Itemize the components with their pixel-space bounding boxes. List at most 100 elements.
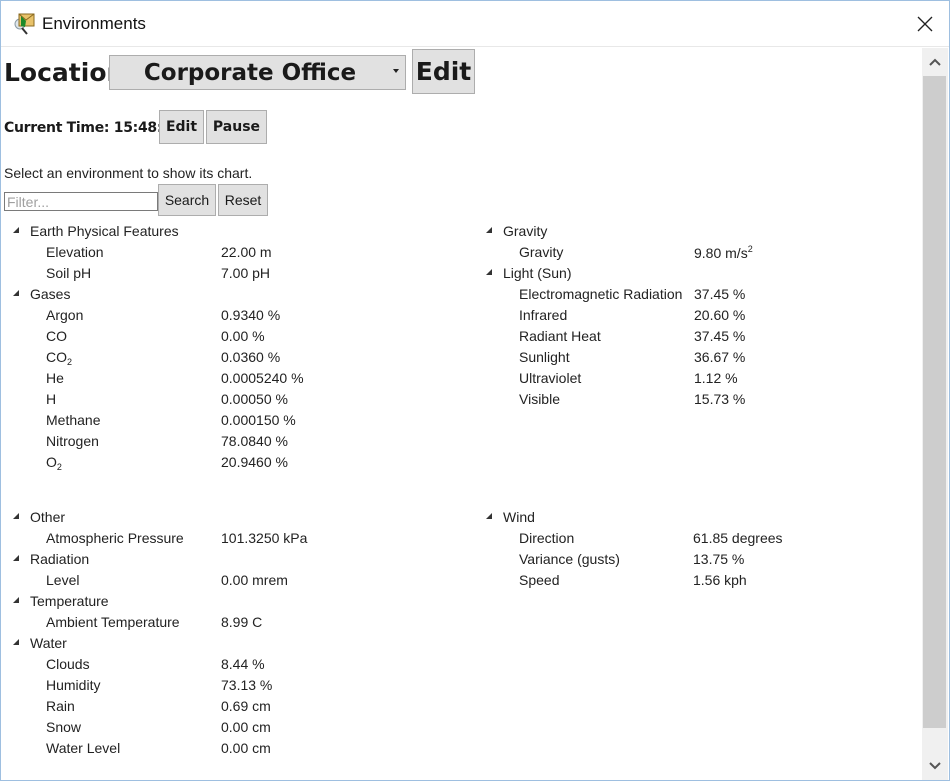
environment-value-text: 73.13 % [221, 677, 273, 693]
environment-row[interactable]: CO2 0.0360 % [13, 347, 453, 368]
expand-triangle-icon[interactable] [13, 555, 19, 561]
title-bar: Environments [1, 1, 949, 47]
environment-name-text: Infrared [519, 307, 568, 323]
environment-value-text: 0.0005240 % [221, 370, 304, 386]
environment-row[interactable]: Snow 0.00 cm [13, 717, 453, 738]
environment-value: 7.00 pH [221, 265, 270, 281]
group-header[interactable]: Earth Physical Features [13, 221, 453, 242]
scroll-up-button[interactable] [922, 48, 948, 76]
group-header[interactable]: Light (Sun) [486, 263, 922, 284]
instruction-text: Select an environment to show its chart. [4, 165, 253, 181]
environment-value-text: 13.75 % [693, 551, 745, 567]
dropdown-arrow-icon [393, 69, 399, 73]
environment-row[interactable]: Water Level 0.00 cm [13, 738, 453, 759]
group-header[interactable]: Water [13, 633, 453, 654]
environment-row[interactable]: Level 0.00 mrem [13, 570, 453, 591]
environment-row[interactable]: Soil pH 7.00 pH [13, 263, 453, 284]
group-title: Other [30, 509, 66, 525]
group-header[interactable]: Wind [486, 507, 922, 528]
environment-group: Wind Direction 61.85 degrees Variance (gust… [486, 507, 922, 591]
environment-row[interactable]: Ambient Temperature 8.99 C [13, 612, 453, 633]
environment-name: Soil pH [46, 265, 91, 281]
expand-triangle-icon[interactable] [13, 597, 19, 603]
edit-time-button[interactable]: Edit [159, 110, 204, 144]
group-header[interactable]: Gravity [486, 221, 922, 242]
group-header[interactable]: Gases [13, 284, 453, 305]
environment-value-text: 36.67 % [694, 349, 746, 365]
environment-row[interactable]: H 0.00050 % [13, 389, 453, 410]
environment-row[interactable]: Sunlight 36.67 % [486, 347, 922, 368]
environment-name: Clouds [46, 656, 90, 672]
environment-value-text: 0.00 cm [221, 740, 271, 756]
environment-row[interactable]: Direction 61.85 degrees [486, 528, 922, 549]
filter-input[interactable] [4, 192, 158, 211]
environment-row[interactable]: Nitrogen 78.0840 % [13, 431, 453, 452]
environment-name-text: Elevation [46, 244, 104, 260]
environment-value: 78.0840 % [221, 433, 288, 449]
environment-name-text: CO [46, 328, 67, 344]
environment-row[interactable]: Elevation 22.00 m [13, 242, 453, 263]
environment-name: Direction [519, 530, 574, 546]
close-button[interactable] [907, 7, 943, 41]
environment-group: Earth Physical Features Elevation 22.00 m S… [13, 221, 453, 284]
group-header[interactable]: Temperature [13, 591, 453, 612]
environment-row[interactable]: O2 20.9460 % [13, 452, 453, 473]
environment-row[interactable]: Ultraviolet 1.12 % [486, 368, 922, 389]
environment-group: Temperature Ambient Temperature 8.99 C [13, 591, 453, 633]
environment-row[interactable]: Visible 15.73 % [486, 389, 922, 410]
environment-row[interactable]: Clouds 8.44 % [13, 654, 453, 675]
environment-name: Ambient Temperature [46, 614, 180, 630]
environment-value-text: 15.73 % [694, 391, 746, 407]
environment-row[interactable]: Speed 1.56 kph [486, 570, 922, 591]
edit-location-button[interactable]: Edit [412, 49, 475, 94]
environment-value: 73.13 % [221, 677, 272, 693]
environment-row[interactable]: Electromagnetic Radiation 37.45 % [486, 284, 922, 305]
environment-value: 1.56 kph [693, 572, 747, 588]
environment-row[interactable]: Methane 0.000150 % [13, 410, 453, 431]
environment-row[interactable]: Rain 0.69 cm [13, 696, 453, 717]
expand-triangle-icon[interactable] [13, 639, 19, 645]
environment-value: 36.67 % [694, 349, 745, 365]
pause-button[interactable]: Pause [206, 110, 267, 144]
environment-value: 22.00 m [221, 244, 272, 260]
environment-name-text: Radiant Heat [519, 328, 601, 344]
group-title: Water [30, 635, 67, 651]
environment-name-text: CO [46, 349, 67, 365]
environment-name: Visible [519, 391, 560, 407]
environment-name: Nitrogen [46, 433, 99, 449]
group-header[interactable]: Radiation [13, 549, 453, 570]
environment-row[interactable]: Gravity 9.80 m/s2 [486, 242, 922, 263]
expand-triangle-icon[interactable] [13, 290, 19, 296]
environment-value: 0.000150 % [221, 412, 296, 428]
environment-value: 0.9340 % [221, 307, 280, 323]
vertical-scrollbar[interactable] [922, 48, 948, 780]
environment-row[interactable]: Infrared 20.60 % [486, 305, 922, 326]
reset-button[interactable]: Reset [218, 184, 268, 216]
expand-triangle-icon[interactable] [486, 269, 492, 275]
environment-value: 0.00050 % [221, 391, 288, 407]
expand-triangle-icon[interactable] [486, 227, 492, 233]
scroll-down-button[interactable] [922, 752, 948, 780]
environment-row[interactable]: Atmospheric Pressure 101.3250 kPa [13, 528, 453, 549]
environment-row[interactable]: Humidity 73.13 % [13, 675, 453, 696]
environment-row[interactable]: CO 0.00 % [13, 326, 453, 347]
environment-row[interactable]: Variance (gusts) 13.75 % [486, 549, 922, 570]
environment-row[interactable]: Radiant Heat 37.45 % [486, 326, 922, 347]
environment-row[interactable]: Argon 0.9340 % [13, 305, 453, 326]
group-header[interactable]: Other [13, 507, 453, 528]
expand-triangle-icon[interactable] [13, 513, 19, 519]
expand-triangle-icon[interactable] [13, 227, 19, 233]
environment-group: Water Clouds 8.44 % Humidity 73.13 % Rain 0.69… [13, 633, 453, 759]
group-title: Gravity [503, 223, 548, 239]
environment-name: O2 [46, 454, 62, 472]
environment-row[interactable]: He 0.0005240 % [13, 368, 453, 389]
environments-app-icon [13, 11, 37, 37]
environment-value-text: 22.00 m [221, 244, 272, 260]
environment-value: 0.0005240 % [221, 370, 304, 386]
environment-value-text: 0.00050 % [221, 391, 288, 407]
environment-value: 8.99 C [221, 614, 262, 630]
scroll-thumb[interactable] [923, 76, 946, 728]
expand-triangle-icon[interactable] [486, 513, 492, 519]
location-select[interactable]: Corporate Office [109, 55, 406, 90]
search-button[interactable]: Search [158, 184, 216, 216]
